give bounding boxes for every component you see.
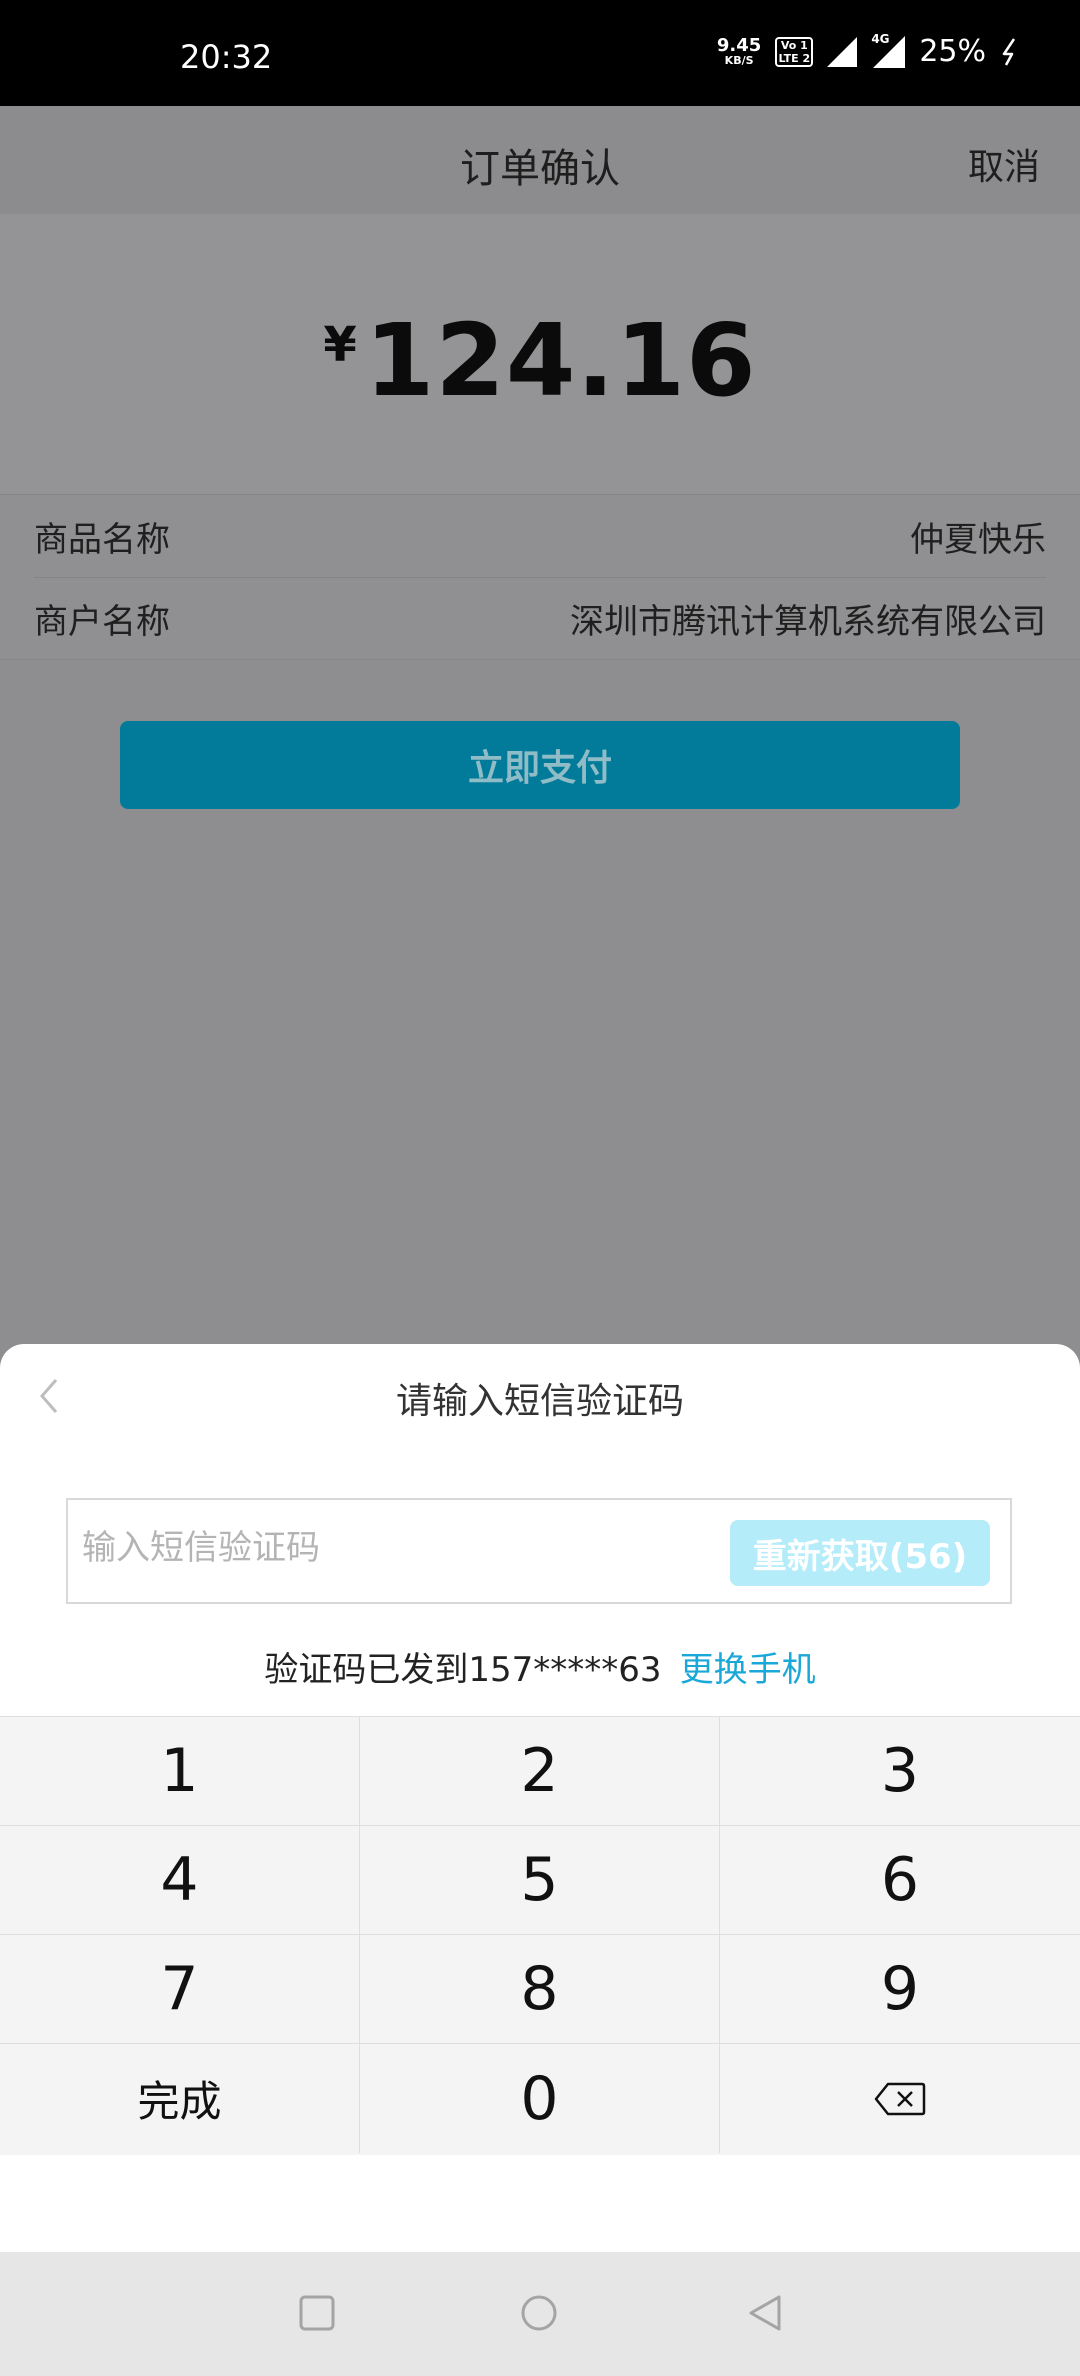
amount-panel: ¥124.16 [0,214,1080,494]
recent-apps-icon[interactable] [298,2294,336,2336]
home-icon[interactable] [520,2294,558,2336]
sms-verification-sheet: 请输入短信验证码 重新获取(56) 验证码已发到157*****63 更换手机 1… [0,1344,1080,2252]
page-header: 订单确认 取消 [0,106,1080,214]
network-speed-unit: KB/S [724,54,754,67]
code-sent-text: 验证码已发到157*****63 [264,1650,662,1690]
status-icons: 9.45 KB/S Vo 1 LTE 2 4G 25% [716,32,1020,69]
network-speed-value: 9.45 [716,35,762,56]
volte-top-label: Vo 1 [780,38,808,52]
network-type-label: 4G [871,31,890,46]
info-row-merchant: 商户名称 深圳市腾讯计算机系统有限公司 [34,577,1046,659]
key-8[interactable]: 8 [360,1935,720,2044]
code-sent-row: 验证码已发到157*****63 更换手机 [0,1642,1080,1691]
volte-bottom-label: LTE 2 [778,51,811,65]
charging-icon [1000,37,1020,67]
status-time: 20:32 [180,38,273,76]
key-3[interactable]: 3 [720,1717,1080,1826]
status-bar: 20:32 9.45 KB/S Vo 1 LTE 2 4G 25% [0,0,1080,106]
signal-4g-icon: 4G [871,32,906,68]
info-row-product: 商品名称 仲夏快乐 [34,495,1046,578]
code-input-box: 重新获取(56) [66,1498,1012,1604]
key-6[interactable]: 6 [720,1826,1080,1935]
change-phone-link[interactable]: 更换手机 [680,1650,816,1690]
amount-display: ¥124.16 [0,302,1080,419]
resend-code-button[interactable]: 重新获取(56) [730,1520,990,1586]
pay-now-button[interactable]: 立即支付 [120,721,960,809]
currency-symbol: ¥ [323,317,357,373]
info-label: 商品名称 [34,519,170,560]
key-1[interactable]: 1 [0,1717,360,1826]
network-speed: 9.45 KB/S [716,35,762,67]
key-0[interactable]: 0 [360,2044,720,2153]
back-nav-icon[interactable] [746,2294,784,2336]
system-nav-bar [0,2252,1080,2376]
key-delete[interactable] [720,2044,1080,2153]
battery-percentage: 25% [919,34,986,69]
cancel-button[interactable]: 取消 [968,138,1040,190]
info-value: 深圳市腾讯计算机系统有限公司 [570,601,1046,642]
sheet-title: 请输入短信验证码 [395,1381,684,1422]
key-5[interactable]: 5 [360,1826,720,1935]
order-info-list: 商品名称 仲夏快乐 商户名称 深圳市腾讯计算机系统有限公司 [0,494,1080,660]
sms-code-input[interactable] [82,1528,682,1568]
volte-icon: Vo 1 LTE 2 [775,36,814,67]
info-value: 仲夏快乐 [910,519,1046,560]
key-done[interactable]: 完成 [0,2044,360,2153]
amount-value: 124.16 [364,302,757,419]
backspace-icon [874,2082,926,2115]
key-7[interactable]: 7 [0,1935,360,2044]
info-label: 商户名称 [34,601,170,642]
numeric-keypad: 1 2 3 4 5 6 7 8 9 完成 0 [0,1716,1080,2155]
page-title: 订单确认 [460,146,620,192]
key-9[interactable]: 9 [720,1935,1080,2044]
key-4[interactable]: 4 [0,1826,360,1935]
key-2[interactable]: 2 [360,1717,720,1826]
signal-icon [827,36,858,67]
